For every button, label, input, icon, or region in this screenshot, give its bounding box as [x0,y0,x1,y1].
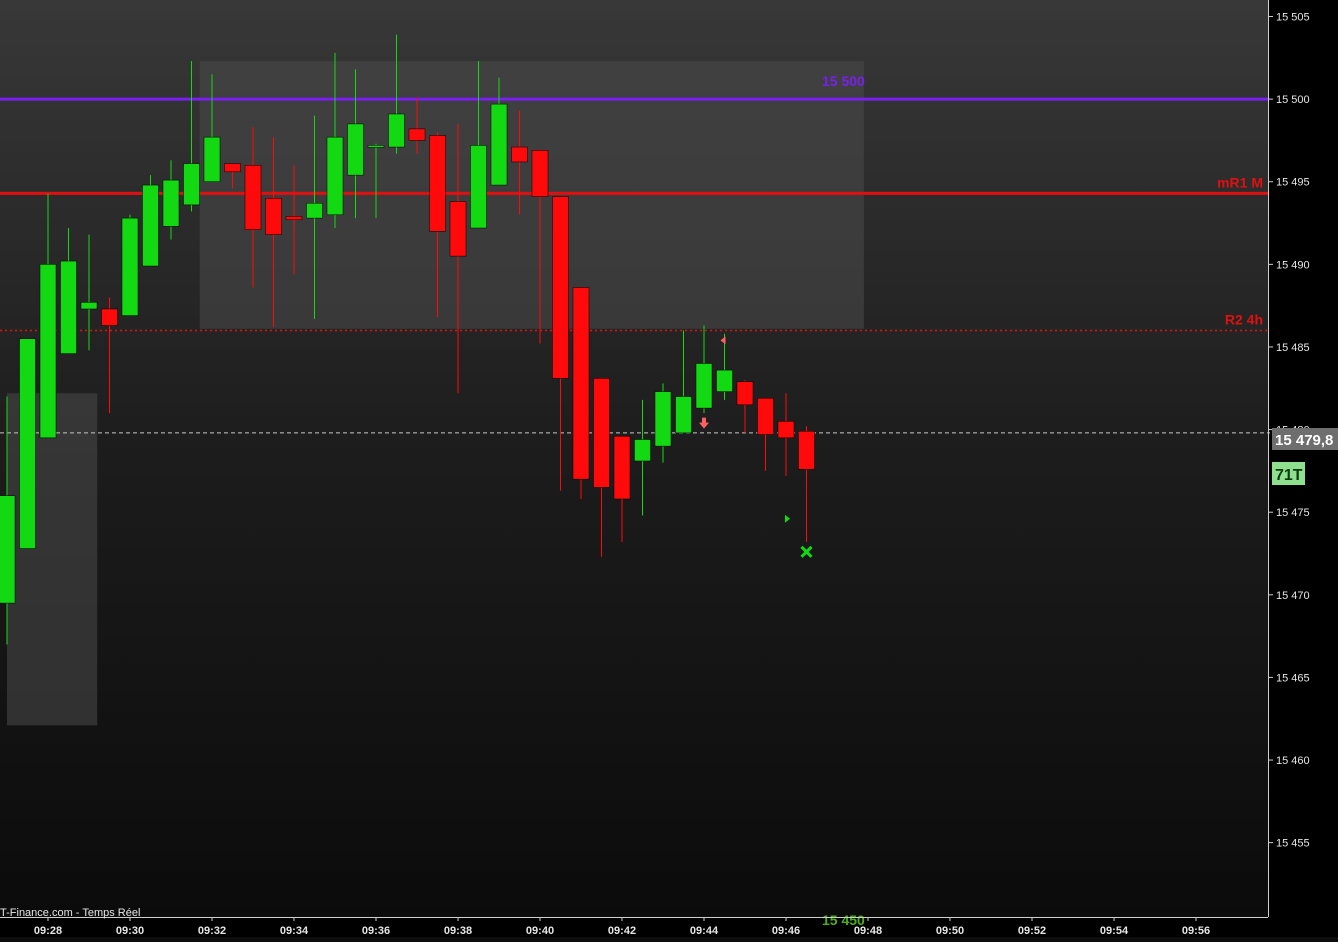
tick-count-badge: 71T [1272,462,1305,485]
candle-body [449,201,467,257]
x-tick-label: 09:30 [116,925,144,937]
candle-body [388,113,405,148]
candle-body [593,378,610,488]
x-tick-label: 09:56 [1182,925,1210,937]
y-tick-label: 15 485 [1276,342,1310,354]
candle-body [101,308,118,326]
y-tick-label: 15 460 [1276,755,1310,767]
candle-body [39,264,57,439]
candle-body [224,163,241,173]
candle-body [695,363,713,409]
y-tick-label: 15 465 [1276,672,1310,684]
candle-body [798,430,815,470]
candle-body [757,397,774,435]
x-tick-label: 09:38 [444,925,472,937]
candle-body [162,179,180,227]
y-tick-label: 15 475 [1276,507,1310,519]
candle-body [265,198,282,235]
candle-body [429,135,446,232]
candle-body [470,145,487,229]
current-price-badge: 15 479,8 [1272,428,1338,450]
level-label-0: 15 500 [822,73,865,89]
candle-body [408,128,426,141]
candle-body [716,369,733,392]
candle-body [654,391,672,447]
candlestick-chart: 15 500mR1 MR2 4h15 450 15 50515 50015 49… [0,0,1338,937]
y-tick-label: 15 455 [1276,838,1310,850]
candle-body [285,216,303,220]
candle-body [203,136,221,182]
candle-body [19,338,36,549]
x-tick-label: 09:52 [1018,925,1046,937]
y-tick-label: 15 495 [1276,177,1310,189]
x-tick-label: 09:40 [526,925,554,937]
x-tick-label: 09:54 [1100,925,1129,937]
x-tick-label: 09:44 [690,925,719,937]
candle-28 [572,287,590,499]
candle-body [60,260,77,354]
current-price-label: 15 479,8 [1275,432,1333,449]
x-tick-label: 09:32 [198,925,226,937]
candle-body [511,146,528,163]
y-tick-label: 15 470 [1276,590,1310,602]
candle-body [367,145,385,148]
candle-body [244,164,262,230]
candle-body [777,421,795,439]
y-tick-label: 15 505 [1276,12,1310,24]
chart-container: 15 500 mR1 M R2 4h 15 450 15 505 15 500 15 49… [0,0,1338,937]
candle-body [552,196,569,379]
candle-body [142,184,159,267]
candle-body [736,381,754,406]
tick-count-label: 71T [1275,467,1303,484]
candle-6 [121,214,139,316]
x-tick-label: 09:28 [34,925,62,937]
x-tick-label: 09:42 [608,925,636,937]
source-label: T-Finance.com - Temps Réel [0,907,140,919]
candle-body [80,302,98,310]
candle-body [490,103,508,186]
candle-body [613,435,631,500]
candle-body [675,396,692,434]
candle-body [347,123,364,176]
candle-body [531,150,549,197]
candle-body [183,163,200,206]
x-tick-label: 09:48 [854,925,882,937]
candle-body [326,136,344,216]
candle-body [0,495,16,604]
x-tick-label: 09:34 [280,925,309,937]
x-tick-label: 09:36 [362,925,390,937]
x-tick-label: 09:46 [772,925,800,937]
level-label-2: R2 4h [1225,311,1263,327]
x-tick-label: 09:50 [936,925,964,937]
candle-body [572,287,590,480]
y-tick-label: 15 500 [1276,94,1310,106]
candle-1 [19,338,36,549]
candle-7 [142,175,159,267]
y-tick-label: 15 490 [1276,259,1310,271]
candle-body [121,217,139,316]
level-label-1: mR1 M [1217,174,1263,190]
candle-body [634,439,651,462]
candle-body [306,202,323,219]
